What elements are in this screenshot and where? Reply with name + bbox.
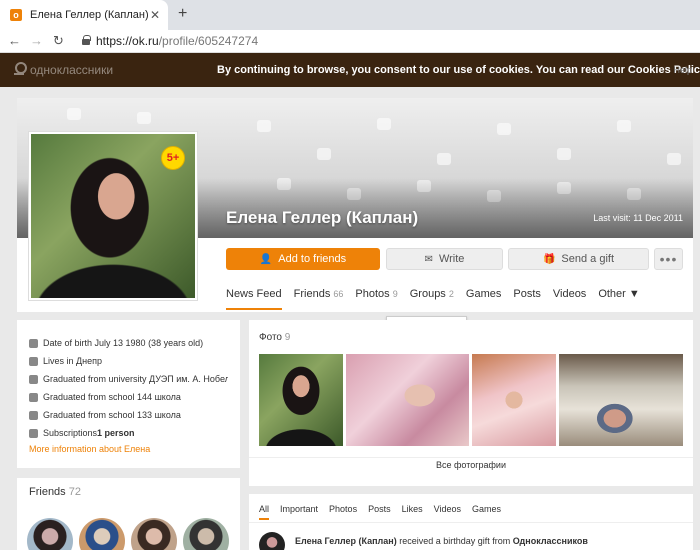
ok-logo-icon [12, 62, 27, 78]
photo-thumbnail[interactable] [346, 354, 469, 446]
avatar-photo: 5+ [31, 134, 195, 298]
send-gift-button[interactable]: 🎁 Send a gift [508, 248, 649, 270]
subscriptions-icon [29, 428, 38, 438]
info-birthdate: Date of birth July 13 1980 (38 years old… [29, 334, 228, 352]
feed-item-text: Елена Геллер (Каплан) received a birthda… [295, 536, 588, 546]
tab-posts[interactable]: Posts [513, 288, 541, 310]
photos-title[interactable]: Фото 9 [259, 332, 290, 343]
tab-games[interactable]: Games [466, 288, 501, 310]
feed-panel: All Important Photos Posts Likes Videos … [249, 494, 693, 550]
ok-logo[interactable]: одноклассники [12, 62, 113, 78]
feed-tab-posts[interactable]: Posts [368, 504, 391, 520]
info-subscriptions[interactable]: Subscriptions 1 person [29, 424, 228, 442]
browser-tab[interactable]: о Елена Геллер (Каплан) ✕ [0, 0, 168, 30]
tab-photos[interactable]: Photos 9 [355, 288, 397, 310]
info-panel: Date of birth July 13 1980 (38 years old… [17, 320, 240, 468]
age-rating-badge: 5+ [161, 146, 185, 170]
tab-title: Елена Геллер (Каплан) [30, 9, 149, 21]
feed-tab-all[interactable]: All [259, 504, 270, 520]
profile-nav: News Feed Friends 66 Photos 9 Groups 2 G… [226, 288, 652, 310]
friend-avatar[interactable] [79, 518, 125, 550]
profile-avatar[interactable]: 5+ [29, 132, 197, 300]
add-user-icon: 👤 [259, 253, 273, 265]
new-tab-icon[interactable]: + [178, 5, 187, 23]
info-location: Lives in Днепр [29, 352, 228, 370]
gift-icon: 🎁 [542, 253, 556, 265]
more-button[interactable]: ••• [654, 248, 683, 270]
info-school-2: Graduated from school 133 школа [29, 406, 228, 424]
school-icon [29, 392, 38, 402]
more-info-link[interactable]: More information about Елена [29, 444, 228, 454]
friends-title[interactable]: Friends 72 [29, 486, 228, 498]
info-school-1: Graduated from school 144 школа [29, 388, 228, 406]
photo-thumbnail[interactable] [559, 354, 683, 446]
write-button[interactable]: ✉ Write [386, 248, 503, 270]
photo-thumbnail[interactable] [259, 354, 343, 446]
forward-icon[interactable]: → [30, 33, 43, 48]
tab-friends[interactable]: Friends 66 [294, 288, 344, 310]
last-visit: Last visit: 11 Dec 2011 [593, 213, 683, 223]
envelope-icon: ✉ [424, 253, 433, 265]
feed-tab-photos[interactable]: Photos [329, 504, 357, 520]
profile-card: 5+ Елена Геллер (Каплан) Last visit: 11 … [17, 98, 693, 312]
close-icon[interactable]: ✕ [150, 8, 160, 22]
back-icon[interactable]: ← [8, 33, 21, 48]
info-university: Graduated from university ДУЭП им. А. Но… [29, 370, 228, 388]
browser-tabbar: о Елена Геллер (Каплан) ✕ + [0, 0, 700, 30]
all-photos-link[interactable]: Все фотографии [249, 460, 693, 470]
tab-news-feed[interactable]: News Feed [226, 288, 282, 310]
tab-other[interactable]: Other ▼ [598, 288, 639, 310]
ok-favicon-icon: о [10, 9, 22, 21]
city-icon [29, 356, 38, 366]
feed-tabs: All Important Photos Posts Likes Videos … [259, 504, 512, 520]
graduation-cap-icon [29, 374, 38, 384]
photos-panel: Фото 9 Все фотографии [249, 320, 693, 486]
feed-tab-videos[interactable]: Videos [434, 504, 461, 520]
school-icon [29, 410, 38, 420]
friend-avatar[interactable] [27, 518, 73, 550]
feed-source-link[interactable]: Одноклассников [513, 536, 588, 546]
feed-tab-likes[interactable]: Likes [402, 504, 423, 520]
friend-avatar[interactable] [183, 518, 229, 550]
calendar-icon [29, 338, 38, 348]
reload-icon[interactable]: ↻ [53, 33, 64, 49]
feed-tab-important[interactable]: Important [280, 504, 318, 520]
friend-avatar[interactable] [131, 518, 177, 550]
address-bar: ← → ↻ https://ok.ru/profile/605247274 [0, 30, 700, 53]
feed-tab-games[interactable]: Games [472, 504, 501, 520]
tab-videos[interactable]: Videos [553, 288, 586, 310]
tab-groups[interactable]: Groups 2 [410, 288, 454, 310]
add-to-friends-button[interactable]: 👤 Add to friends [226, 248, 380, 270]
feed-author-link[interactable]: Елена Геллер (Каплан) [295, 536, 397, 546]
friends-panel: Friends 72 [17, 478, 240, 550]
site-header: одноклассники By continuing to browse, y… [0, 53, 700, 87]
url-field[interactable]: https://ok.ru/profile/605247274 [96, 34, 258, 48]
cookie-notice: By continuing to browse, you consent to … [217, 64, 700, 76]
photo-thumbnail[interactable] [472, 354, 556, 446]
feed-author-avatar[interactable] [259, 532, 285, 550]
lock-icon [82, 35, 91, 45]
profile-name: Елена Геллер (Каплан) [226, 208, 419, 227]
help-link[interactable]: Help [673, 65, 692, 75]
